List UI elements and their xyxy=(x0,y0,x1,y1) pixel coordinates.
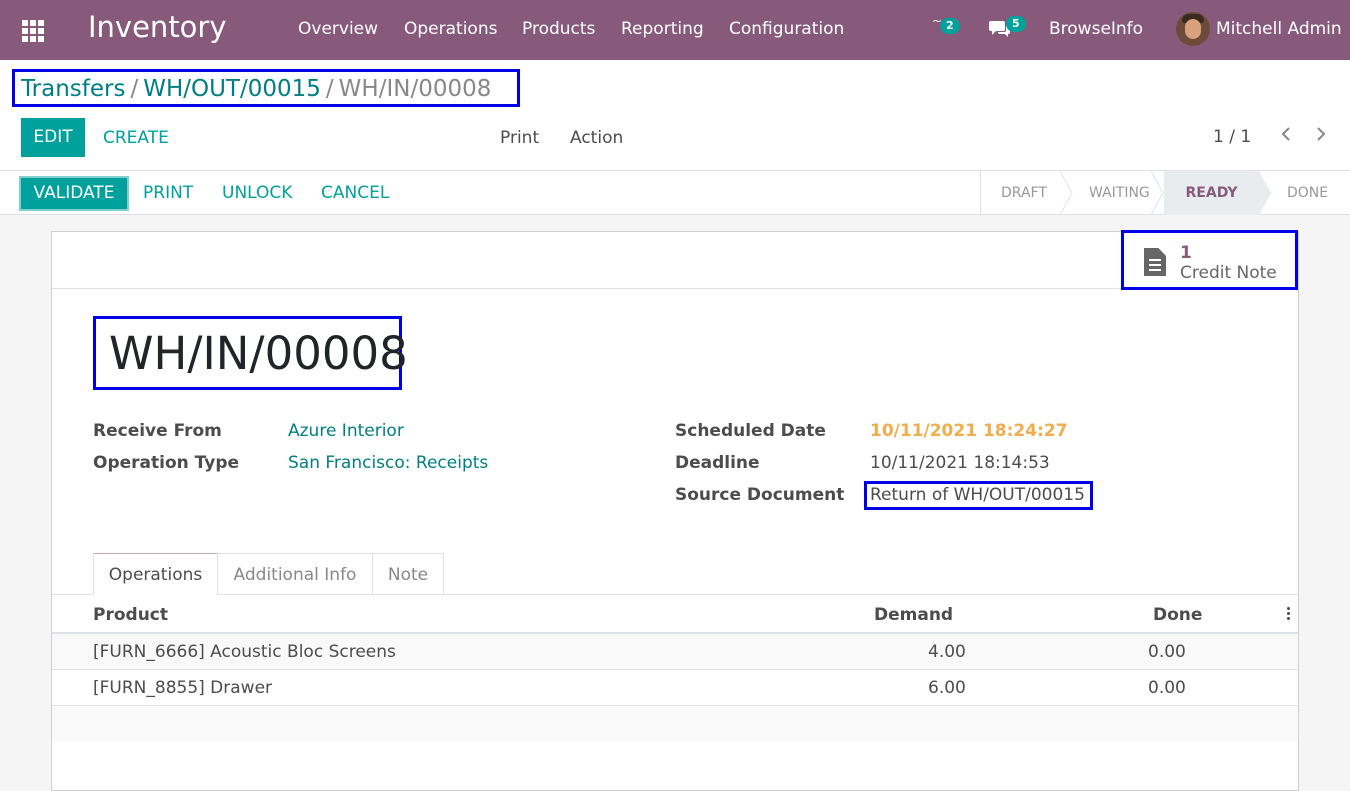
column-header-demand[interactable]: Demand xyxy=(874,605,953,625)
breadcrumb-separator: / xyxy=(130,76,139,102)
control-panel: Transfers / WH/OUT/00015/WH/IN/00008 EDIT … xyxy=(0,60,1350,171)
column-header-done[interactable]: Done xyxy=(1153,605,1202,625)
print-button[interactable]: PRINT xyxy=(143,183,193,203)
done-cell: 0.00 xyxy=(1148,642,1186,662)
demand-cell: 6.00 xyxy=(928,678,966,698)
print-dropdown[interactable]: Print xyxy=(500,128,539,148)
tab-operations[interactable]: Operations xyxy=(93,553,218,595)
menu-operations[interactable]: Operations xyxy=(404,19,497,39)
tab-additional-info[interactable]: Additional Info xyxy=(217,553,373,595)
table-row[interactable]: [FURN_6666] Acoustic Bloc Screens 4.00 0… xyxy=(52,634,1298,670)
stage-separator-icon xyxy=(1060,171,1073,215)
credit-note-label: Credit Note xyxy=(1180,263,1277,283)
company-switcher[interactable]: BrowseInfo xyxy=(1049,19,1143,39)
table-empty-row xyxy=(52,706,1298,742)
product-cell: [FURN_6666] Acoustic Bloc Screens xyxy=(93,642,396,662)
smart-button-box xyxy=(52,232,1298,289)
app-name[interactable]: Inventory xyxy=(88,10,227,44)
status-stages: DRAFT WAITING READY DONE xyxy=(980,171,1350,215)
pager-previous-icon[interactable] xyxy=(1279,124,1293,150)
document-icon xyxy=(1144,248,1166,276)
top-navbar: Inventory Overview Operations Products R… xyxy=(0,0,1350,60)
source-document-label: Source Document xyxy=(675,485,845,505)
breadcrumb-current: WH/IN/00008 xyxy=(338,76,492,102)
cancel-button[interactable]: CANCEL xyxy=(321,183,389,203)
status-bar: VALIDATE PRINT UNLOCK CANCEL DRAFT WAITI… xyxy=(0,171,1350,215)
menu-reporting[interactable]: Reporting xyxy=(621,19,704,39)
pager-next-icon[interactable] xyxy=(1314,124,1328,150)
apps-menu-icon[interactable] xyxy=(22,20,44,42)
product-cell: [FURN_8855] Drawer xyxy=(93,678,273,698)
done-cell: 0.00 xyxy=(1148,678,1186,698)
column-header-product[interactable]: Product xyxy=(93,605,168,625)
scheduled-date-value: 10/11/2021 18:24:27 xyxy=(870,421,1068,441)
scheduled-date-label: Scheduled Date xyxy=(675,421,826,441)
create-button[interactable]: CREATE xyxy=(103,128,169,148)
action-dropdown[interactable]: Action xyxy=(570,128,623,148)
stage-waiting: WAITING xyxy=(1089,185,1150,201)
form-sheet: 1 Credit Note WH/IN/00008 Receive From A… xyxy=(51,230,1299,791)
breadcrumb-transfers[interactable]: Transfers xyxy=(21,76,125,102)
deadline-label: Deadline xyxy=(675,453,760,473)
stage-active-arrow-icon xyxy=(1259,171,1271,215)
record-title: WH/IN/00008 xyxy=(109,327,408,380)
receive-from-value[interactable]: Azure Interior xyxy=(288,421,404,441)
stage-done: DONE xyxy=(1287,185,1329,201)
tab-note[interactable]: Note xyxy=(372,553,444,595)
breadcrumb: Transfers / WH/OUT/00015/WH/IN/00008 xyxy=(21,76,491,102)
breadcrumb-separator: / xyxy=(325,76,334,102)
unlock-button[interactable]: UNLOCK xyxy=(222,183,292,203)
breadcrumb-wh-out[interactable]: WH/OUT/00015 xyxy=(143,76,321,102)
validate-button[interactable]: VALIDATE xyxy=(19,176,129,211)
credit-note-smart-button[interactable]: 1 Credit Note xyxy=(1121,230,1298,290)
menu-overview[interactable]: Overview xyxy=(298,19,378,39)
operation-type-value[interactable]: San Francisco: Receipts xyxy=(288,453,488,473)
menu-products[interactable]: Products xyxy=(522,19,595,39)
messages-badge: 5 xyxy=(1006,16,1026,32)
demand-cell: 4.00 xyxy=(928,642,966,662)
stage-draft: DRAFT xyxy=(1001,185,1047,201)
stage-ready: READY xyxy=(1164,171,1259,215)
stage-separator-icon xyxy=(1151,171,1164,215)
credit-note-count: 1 xyxy=(1180,243,1192,263)
receive-from-label: Receive From xyxy=(93,421,222,441)
deadline-value: 10/11/2021 18:14:53 xyxy=(870,453,1050,473)
pager-value[interactable]: 1 / 1 xyxy=(1213,127,1251,147)
source-document-value: Return of WH/OUT/00015 xyxy=(870,485,1085,505)
optional-columns-icon[interactable] xyxy=(1287,607,1291,622)
activity-badge: 2 xyxy=(940,18,960,34)
user-menu[interactable]: Mitchell Admin xyxy=(1216,19,1342,39)
table-row[interactable]: [FURN_8855] Drawer 6.00 0.00 xyxy=(52,670,1298,706)
edit-button[interactable]: EDIT xyxy=(21,118,85,157)
user-avatar[interactable] xyxy=(1176,12,1210,46)
menu-configuration[interactable]: Configuration xyxy=(729,19,844,39)
operation-type-label: Operation Type xyxy=(93,453,240,473)
